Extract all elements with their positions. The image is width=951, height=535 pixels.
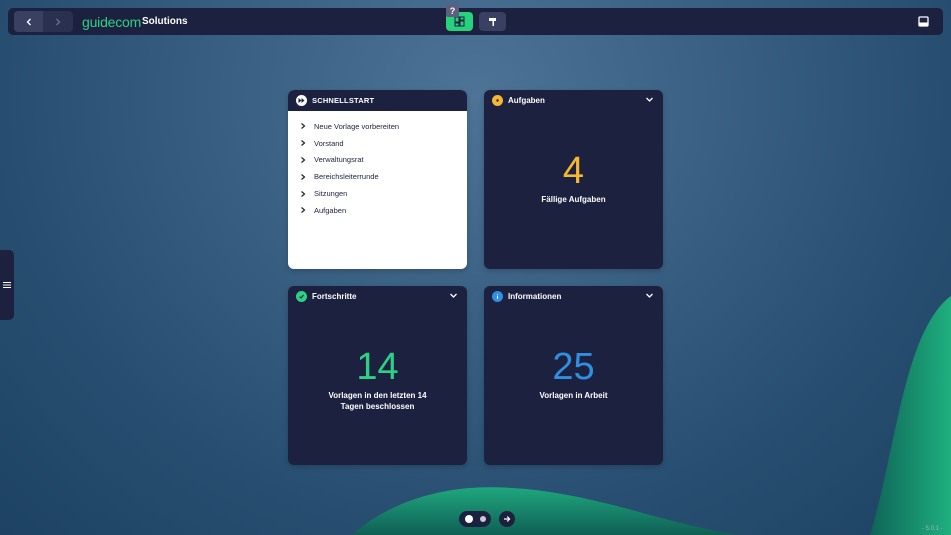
brand-logo[interactable]: guidecom xyxy=(82,14,141,30)
chevron-down-icon[interactable] xyxy=(645,95,654,104)
chevron-right-icon xyxy=(301,190,306,197)
page-dot-active[interactable] xyxy=(464,515,473,523)
quickstart-item-board[interactable]: Vorstand xyxy=(300,135,399,152)
quickstart-header: SCHNELLSTART xyxy=(288,90,467,111)
quickstart-item-division-heads[interactable]: Bereichsleiterrunde xyxy=(300,168,399,185)
dashboard-icon xyxy=(454,16,465,27)
fast-forward-icon xyxy=(296,95,307,106)
page-indicator xyxy=(459,511,491,527)
chevron-right-icon xyxy=(301,140,306,147)
quickstart-item-label: Neue Vorlage vorbereiten xyxy=(314,121,400,131)
quickstart-item-label: Aufgaben xyxy=(314,205,347,215)
tasks-caption: Fällige Aufgaben xyxy=(541,195,606,204)
progress-caption: Vorlagen in den letzten 14 Tagen beschlo… xyxy=(328,391,427,411)
help-button[interactable]: ? xyxy=(446,4,459,17)
progress-card: Fortschritte 14 Vorlagen in den letzten … xyxy=(288,286,467,465)
info-header: Informationen xyxy=(484,286,663,307)
background-wave xyxy=(352,296,951,535)
tasks-count[interactable]: 4 xyxy=(484,152,663,190)
pin-view-button[interactable] xyxy=(479,12,506,31)
chevron-right-icon xyxy=(301,157,306,163)
history-nav xyxy=(14,11,73,32)
quickstart-item-label: Sitzungen xyxy=(314,189,348,199)
inbox-icon xyxy=(918,16,929,27)
quickstart-list: Neue Vorlage vorbereiten Vorstand Verwal… xyxy=(300,118,399,219)
pin-icon xyxy=(489,18,496,26)
chevron-right-icon xyxy=(301,173,306,180)
chevron-right-icon xyxy=(55,18,60,25)
sidebar-toggle[interactable] xyxy=(0,250,14,320)
quickstart-title: SCHNELLSTART xyxy=(312,96,375,105)
quickstart-card: SCHNELLSTART Neue Vorlage vorbereiten Vo… xyxy=(288,90,467,269)
quickstart-item-meetings[interactable]: Sitzungen xyxy=(300,185,399,202)
tasks-title: Aufgaben xyxy=(508,96,545,105)
page-dot[interactable] xyxy=(479,516,486,522)
chevron-left-icon xyxy=(26,18,31,25)
quickstart-item-label: Vorstand xyxy=(314,138,344,148)
tasks-card: Aufgaben 4 Fällige Aufgaben xyxy=(484,90,663,269)
tasks-header: Aufgaben xyxy=(484,90,663,111)
info-icon xyxy=(492,291,503,302)
chevron-right-icon xyxy=(301,123,306,130)
version-label: - 5.0.1 - xyxy=(922,526,943,532)
top-bar: guidecom Solutions xyxy=(8,8,943,35)
quickstart-item-supervisory-board[interactable]: Verwaltungsrat xyxy=(300,152,399,169)
progress-header: Fortschritte xyxy=(288,286,467,307)
check-icon xyxy=(296,291,307,302)
quickstart-item-new-template[interactable]: Neue Vorlage vorbereiten xyxy=(300,118,399,135)
arrow-right-icon xyxy=(504,516,511,522)
progress-title: Fortschritte xyxy=(312,292,357,301)
quickstart-item-tasks[interactable]: Aufgaben xyxy=(300,202,399,219)
info-count[interactable]: 25 xyxy=(484,348,663,386)
back-button[interactable] xyxy=(14,11,43,32)
app-title: Solutions xyxy=(142,16,188,27)
chevron-down-icon[interactable] xyxy=(449,291,458,300)
warning-icon xyxy=(492,95,503,106)
forward-button[interactable] xyxy=(43,11,72,32)
info-card: Informationen 25 Vorlagen in Arbeit xyxy=(484,286,663,465)
progress-count[interactable]: 14 xyxy=(288,348,467,386)
quickstart-item-label: Bereichsleiterrunde xyxy=(314,172,379,182)
next-page-button[interactable] xyxy=(499,511,515,527)
chevron-down-icon[interactable] xyxy=(645,291,654,300)
quickstart-item-label: Verwaltungsrat xyxy=(314,155,364,165)
menu-icon xyxy=(3,282,11,288)
info-caption: Vorlagen in Arbeit xyxy=(539,391,608,400)
info-title: Informationen xyxy=(508,292,562,301)
inbox-button[interactable] xyxy=(916,14,931,29)
chevron-right-icon xyxy=(301,207,306,214)
